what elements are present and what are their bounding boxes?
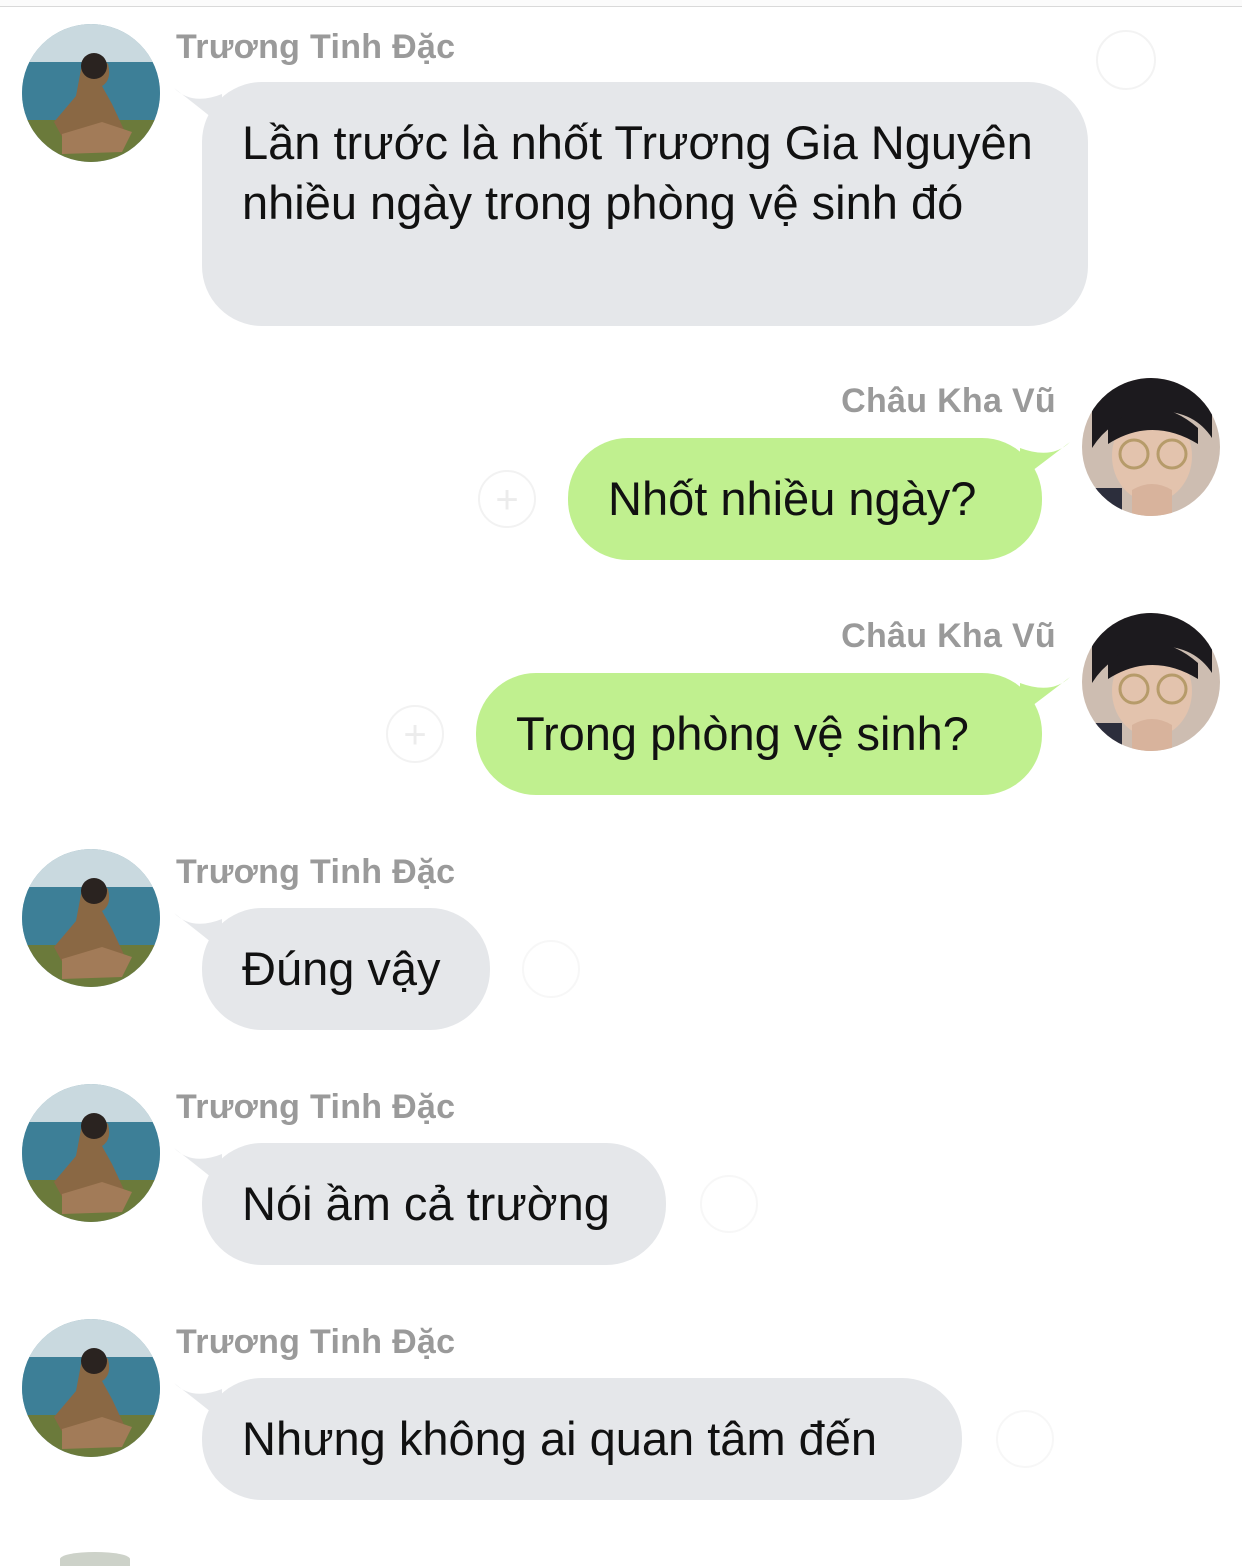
add-reaction-icon[interactable]: + — [700, 1175, 758, 1233]
plus-glyph: + — [403, 713, 427, 757]
sender-name: Trương Tinh Đặc — [176, 1088, 456, 1126]
plus-glyph: + — [717, 1183, 741, 1227]
avatar[interactable] — [1082, 613, 1220, 751]
message-text: Lần trước là nhốt Trương Gia Nguyên nhiề… — [242, 116, 1033, 229]
plus-glyph: + — [1013, 1418, 1037, 1462]
message-text: Đúng vậy — [242, 942, 441, 995]
avatar[interactable] — [22, 24, 160, 162]
plus-glyph: + — [495, 478, 519, 522]
message-bubble[interactable]: Đúng vậy — [202, 908, 490, 1030]
message-bubble[interactable]: Trong phòng vệ sinh? — [476, 673, 1042, 795]
avatar[interactable] — [22, 849, 160, 987]
message-bubble[interactable]: Lần trước là nhốt Trương Gia Nguyên nhiề… — [202, 82, 1088, 326]
sender-name: Trương Tinh Đặc — [176, 28, 456, 66]
message-text: Nói ầm cả trường — [242, 1177, 610, 1230]
message-text: Trong phòng vệ sinh? — [516, 707, 969, 760]
top-divider — [0, 0, 1242, 7]
reaction-button-edge[interactable] — [1096, 30, 1156, 90]
message-text: Nhưng không ai quan tâm đến — [242, 1412, 878, 1465]
avatar[interactable] — [60, 1552, 130, 1566]
avatar[interactable] — [22, 1319, 160, 1457]
sender-name: Trương Tinh Đặc — [176, 1323, 456, 1361]
add-reaction-icon[interactable]: + — [386, 705, 444, 763]
sender-name: Trương Tinh Đặc — [176, 853, 456, 891]
sender-name: Châu Kha Vũ — [841, 617, 1056, 655]
avatar[interactable] — [1082, 378, 1220, 516]
add-reaction-icon[interactable]: + — [996, 1410, 1054, 1468]
message-text: Nhốt nhiều ngày? — [608, 472, 977, 525]
add-reaction-icon[interactable]: + — [522, 940, 580, 998]
message-bubble[interactable]: Nói ầm cả trường — [202, 1143, 666, 1265]
avatar[interactable] — [22, 1084, 160, 1222]
message-bubble[interactable]: Nhưng không ai quan tâm đến — [202, 1378, 962, 1500]
sender-name: Châu Kha Vũ — [841, 382, 1056, 420]
add-reaction-icon[interactable]: + — [478, 470, 536, 528]
plus-glyph: + — [539, 948, 563, 992]
message-bubble[interactable]: Nhốt nhiều ngày? — [568, 438, 1042, 560]
